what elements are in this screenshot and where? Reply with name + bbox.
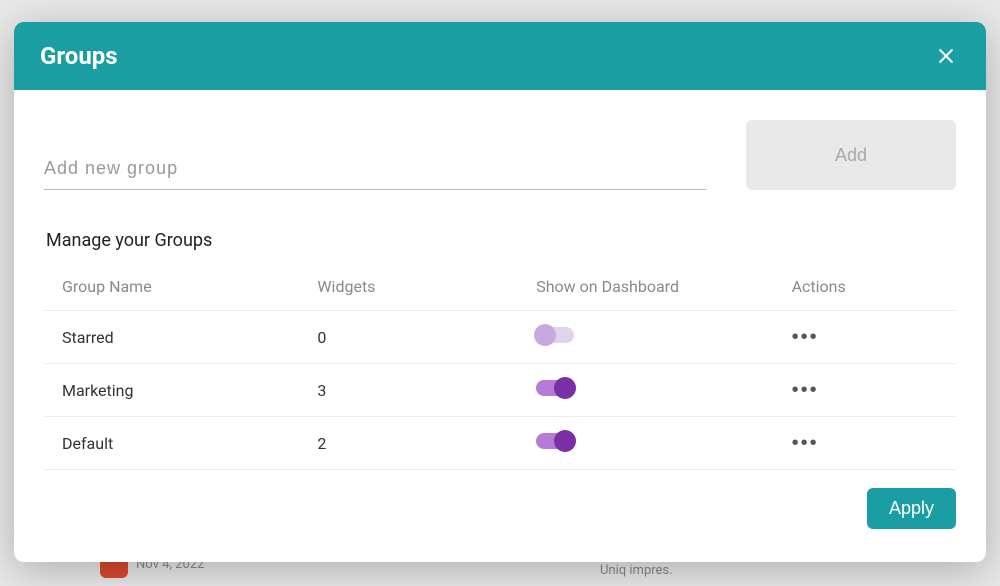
col-header-actions: Actions bbox=[774, 263, 956, 311]
group-widgets-cell: 2 bbox=[299, 417, 518, 470]
row-actions-button[interactable]: ••• bbox=[792, 380, 819, 400]
manage-groups-heading: Manage your Groups bbox=[46, 230, 956, 251]
more-icon: ••• bbox=[792, 326, 819, 348]
toggle-knob bbox=[554, 430, 576, 452]
add-group-input[interactable] bbox=[44, 148, 706, 190]
group-name-cell: Default bbox=[44, 417, 299, 470]
close-icon bbox=[936, 46, 956, 66]
bg-stat-fragment: Uniq impres. bbox=[600, 563, 673, 578]
more-icon: ••• bbox=[792, 379, 819, 401]
table-row: Default 2 ••• bbox=[44, 417, 956, 470]
modal-footer: Apply bbox=[44, 470, 956, 529]
group-name-cell: Starred bbox=[44, 311, 299, 364]
apply-button[interactable]: Apply bbox=[867, 488, 956, 529]
add-group-row: Add bbox=[44, 120, 956, 190]
show-on-dashboard-toggle[interactable] bbox=[536, 433, 574, 449]
groups-table: Group Name Widgets Show on Dashboard Act… bbox=[44, 263, 956, 470]
bg-stat-text: Uniq impres. bbox=[600, 563, 673, 578]
col-header-name: Group Name bbox=[44, 263, 299, 311]
modal-header: Groups bbox=[14, 22, 986, 90]
col-header-show: Show on Dashboard bbox=[518, 263, 773, 311]
group-widgets-cell: 3 bbox=[299, 364, 518, 417]
col-header-widgets: Widgets bbox=[299, 263, 518, 311]
row-actions-button[interactable]: ••• bbox=[792, 433, 819, 453]
more-icon: ••• bbox=[792, 432, 819, 454]
row-actions-button[interactable]: ••• bbox=[792, 327, 819, 347]
show-on-dashboard-toggle[interactable] bbox=[536, 327, 574, 343]
group-widgets-cell: 0 bbox=[299, 311, 518, 364]
toggle-knob bbox=[534, 324, 556, 346]
show-on-dashboard-toggle[interactable] bbox=[536, 380, 574, 396]
table-row: Marketing 3 ••• bbox=[44, 364, 956, 417]
modal-body: Add Manage your Groups Group Name Widget… bbox=[14, 90, 986, 562]
group-name-cell: Marketing bbox=[44, 364, 299, 417]
close-button[interactable] bbox=[932, 42, 960, 70]
table-row: Starred 0 ••• bbox=[44, 311, 956, 364]
groups-modal: Groups Add Manage your Groups Group Name… bbox=[14, 22, 986, 562]
modal-title: Groups bbox=[40, 42, 118, 70]
add-group-button[interactable]: Add bbox=[746, 120, 956, 190]
toggle-knob bbox=[554, 377, 576, 399]
